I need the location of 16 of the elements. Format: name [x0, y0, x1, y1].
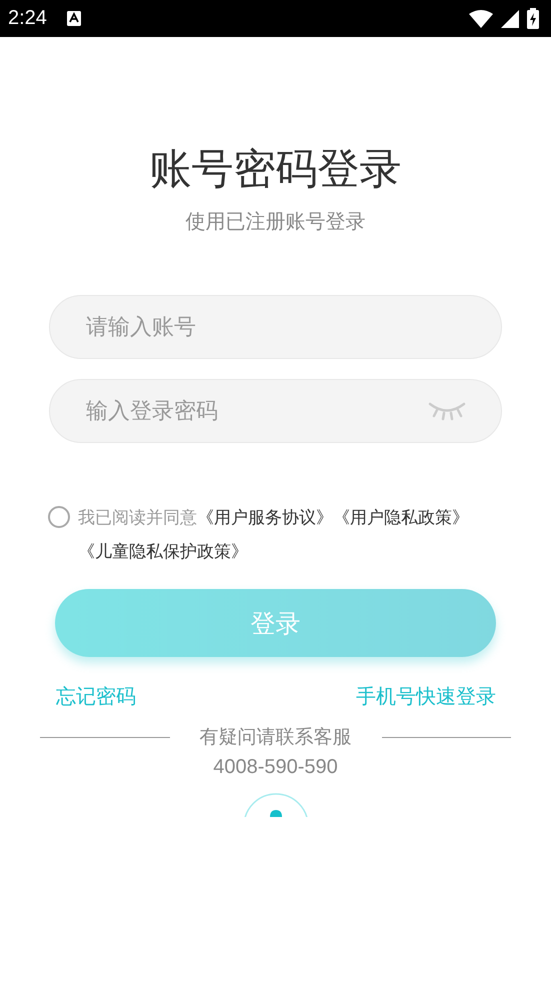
wifi-icon: [469, 10, 493, 28]
policy-link[interactable]: 《用户隐私政策》: [333, 508, 469, 528]
policy-link[interactable]: 《用户服务协议》: [197, 508, 333, 528]
service-phone: 4008-590-590: [212, 756, 339, 779]
page-subtitle: 使用已注册账号登录: [184, 208, 366, 235]
status-time: 2:24: [8, 7, 47, 30]
agreement-checkbox[interactable]: [48, 506, 70, 528]
account-field[interactable]: 请输入账号: [49, 295, 502, 359]
battery-icon: [527, 8, 539, 29]
help-label: 有疑问请联系客服: [200, 725, 352, 750]
password-field[interactable]: 输入登录密码: [49, 379, 502, 443]
page-title: 账号密码登录: [148, 143, 402, 195]
eye-closed-icon[interactable]: [428, 401, 466, 421]
agreement-text: 我已阅读并同意《用户服务协议》《用户隐私政策》 《儿童隐私保护政策》: [78, 507, 470, 564]
signal-icon: [501, 10, 519, 28]
policy-link[interactable]: 《儿童隐私保护政策》: [78, 542, 248, 562]
